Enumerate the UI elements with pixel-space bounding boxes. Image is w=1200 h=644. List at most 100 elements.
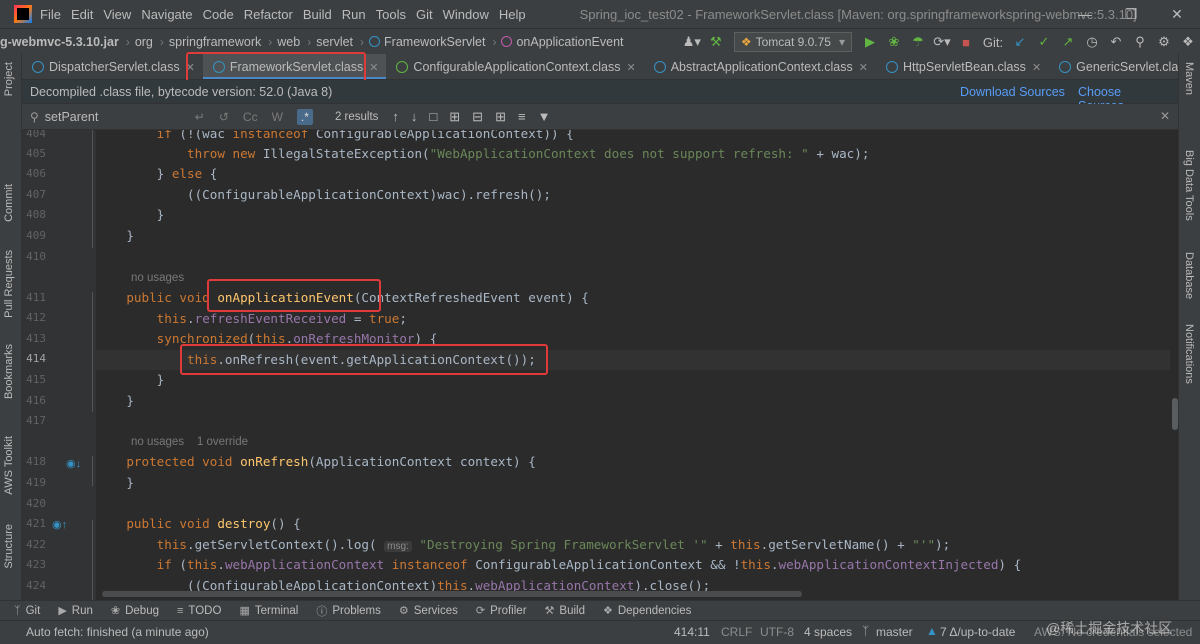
profiler-icon[interactable]: ⟳▾	[930, 31, 954, 53]
git-update-icon[interactable]: ↙	[1008, 31, 1032, 53]
menu-help[interactable]: Help	[499, 7, 526, 22]
menu-view[interactable]: View	[103, 7, 131, 22]
menu-build[interactable]: Build	[303, 7, 332, 22]
coverage-icon[interactable]: ☂	[906, 31, 930, 53]
close-tab-icon[interactable]: ✕	[1032, 61, 1041, 74]
project-tool-button[interactable]: Project	[3, 62, 15, 96]
git-commit-icon[interactable]: ✓	[1032, 31, 1056, 53]
breadcrumb-web[interactable]: web	[277, 35, 300, 49]
breadcrumb-class[interactable]: FrameworkServlet	[384, 35, 485, 49]
caret-position[interactable]: 414:11	[674, 625, 710, 639]
remove-selection-icon[interactable]: ⊟	[472, 109, 483, 125]
minimize-icon[interactable]: —	[1062, 0, 1108, 28]
tab-dispatcherservlet[interactable]: DispatcherServlet.class ✕	[22, 54, 203, 79]
no-usages-hint[interactable]: no usages	[131, 436, 184, 448]
search-everywhere-icon[interactable]: ⚲	[1128, 31, 1152, 53]
maximize-icon[interactable]: ❐	[1108, 0, 1154, 28]
todo-tool-tab[interactable]: ≡ TODO	[177, 605, 221, 617]
notifications-tool-button[interactable]: Notifications	[1183, 324, 1195, 384]
close-search-icon[interactable]: ✕	[1160, 109, 1170, 123]
maven-tool-button[interactable]: Maven	[1183, 62, 1195, 95]
run-icon[interactable]: ▶	[858, 31, 882, 53]
structure-tool-button[interactable]: Structure	[3, 524, 15, 569]
horizontal-scrollbar[interactable]	[96, 590, 1170, 598]
tab-abstractapplicationcontext[interactable]: AbstractApplicationContext.class ✕	[644, 54, 876, 79]
rollback-icon[interactable]: ↶	[1104, 31, 1128, 53]
menu-edit[interactable]: Edit	[71, 7, 93, 22]
big-data-tools-button[interactable]: Big Data Tools	[1183, 150, 1195, 221]
history-icon[interactable]: ↺	[219, 110, 229, 124]
terminal-tool-tab[interactable]: ▦ Terminal	[239, 604, 298, 618]
breadcrumb-servlet[interactable]: servlet	[316, 35, 353, 49]
tab-configurableapplicationcontext[interactable]: ConfigurableApplicationContext.class ✕	[386, 54, 643, 79]
git-branch[interactable]: master	[876, 625, 913, 639]
settings-gear-icon[interactable]: ⚙	[1152, 31, 1176, 53]
tab-httpservletbean[interactable]: HttpServletBean.class ✕	[876, 54, 1049, 79]
next-occurrence-icon[interactable]: ↓	[411, 109, 418, 124]
git-history-icon[interactable]: ◷	[1080, 31, 1104, 53]
menu-refactor[interactable]: Refactor	[244, 7, 293, 22]
status-message[interactable]: Auto fetch: finished (a minute ago)	[26, 625, 209, 639]
dependencies-tool-tab[interactable]: ❖ Dependencies	[603, 604, 691, 618]
debug-icon[interactable]: ❀	[882, 31, 906, 53]
database-tool-button[interactable]: Database	[1183, 252, 1195, 299]
run-config-select[interactable]: ❖ Tomcat 9.0.75 ▾	[733, 32, 852, 52]
menu-code[interactable]: Code	[203, 7, 234, 22]
close-tab-icon[interactable]: ✕	[859, 61, 868, 74]
match-case-toggle[interactable]: Cc	[243, 110, 258, 124]
ide-logo-icon[interactable]: ❖	[1176, 31, 1200, 53]
multiline-icon[interactable]: ≡	[518, 109, 526, 124]
menu-navigate[interactable]: Navigate	[141, 7, 192, 22]
close-window-icon[interactable]: ✕	[1154, 0, 1200, 28]
git-tool-tab[interactable]: ᛉ Git	[14, 605, 40, 617]
usages-hint[interactable]: no usages 1 override	[96, 432, 1170, 452]
run-tool-tab[interactable]: ▶ Run	[58, 604, 93, 618]
breadcrumb-org[interactable]: org	[135, 35, 153, 49]
breadcrumb-method[interactable]: onApplicationEvent	[516, 35, 623, 49]
scrollbar-thumb[interactable]	[102, 591, 802, 597]
override-hint[interactable]: 1 override	[197, 436, 248, 448]
services-tool-tab[interactable]: ⚙ Services	[399, 604, 458, 618]
scrollbar-thumb[interactable]	[1172, 398, 1178, 430]
menu-run[interactable]: Run	[342, 7, 366, 22]
search-input[interactable]: setParent	[45, 110, 195, 124]
breadcrumb-springframework[interactable]: springframework	[169, 35, 261, 49]
git-push-icon[interactable]: ↗	[1056, 31, 1080, 53]
previous-occurrence-icon[interactable]: ↑	[392, 109, 399, 124]
breadcrumb-jar[interactable]: g-webmvc-5.3.10.jar	[0, 35, 119, 49]
debug-tool-tab[interactable]: ❀ Debug	[111, 604, 159, 618]
menu-tools[interactable]: Tools	[376, 7, 406, 22]
tab-genericservlet[interactable]: GenericServlet.class ✕	[1049, 54, 1178, 79]
commit-tool-button[interactable]: Commit	[3, 184, 15, 222]
file-encoding[interactable]: UTF-8	[760, 625, 794, 639]
select-all-icon[interactable]: □	[429, 109, 437, 124]
regex-toggle[interactable]: .*	[296, 108, 313, 125]
aws-toolkit-tool-button[interactable]: AWS Toolkit	[3, 436, 15, 495]
pull-requests-tool-button[interactable]: Pull Requests	[3, 250, 15, 318]
vcs-status[interactable]: 7 Δ/up-to-date	[940, 625, 1015, 639]
overrides-method-icon[interactable]: ◉↑	[52, 518, 67, 531]
problems-tool-tab[interactable]: ⓘ Problems	[316, 603, 381, 619]
user-icon[interactable]: ♟▾	[680, 31, 704, 53]
whole-words-toggle[interactable]: W	[272, 110, 283, 124]
close-tab-icon[interactable]: ✕	[626, 61, 635, 74]
menu-window[interactable]: Window	[443, 7, 489, 22]
left-tool-strip: Project Commit Pull Requests Bookmarks A…	[0, 54, 22, 600]
download-sources-link[interactable]: Download Sources	[960, 85, 1065, 99]
close-tab-icon[interactable]: ✕	[369, 61, 378, 74]
vertical-scrollbar[interactable]	[1170, 130, 1178, 600]
build-hammer-icon[interactable]: ⚒	[704, 31, 728, 53]
newline-icon[interactable]: ↵	[195, 110, 205, 124]
menu-git[interactable]: Git	[416, 7, 433, 22]
menu-file[interactable]: File	[40, 7, 61, 22]
bookmarks-tool-button[interactable]: Bookmarks	[3, 344, 15, 399]
indent-setting[interactable]: 4 spaces	[804, 625, 852, 639]
stop-icon[interactable]: ■	[954, 31, 978, 53]
profiler-tool-tab[interactable]: ⟳ Profiler	[476, 604, 527, 618]
line-separator[interactable]: CRLF	[721, 625, 752, 639]
select-all-occurrences-icon[interactable]: ⊞	[495, 109, 506, 125]
overridden-method-icon[interactable]: ◉↓	[66, 457, 81, 470]
filter-icon[interactable]: ▼	[538, 109, 551, 124]
add-selection-icon[interactable]: ⊞	[449, 109, 460, 125]
build-tool-tab[interactable]: ⚒ Build	[545, 604, 585, 618]
